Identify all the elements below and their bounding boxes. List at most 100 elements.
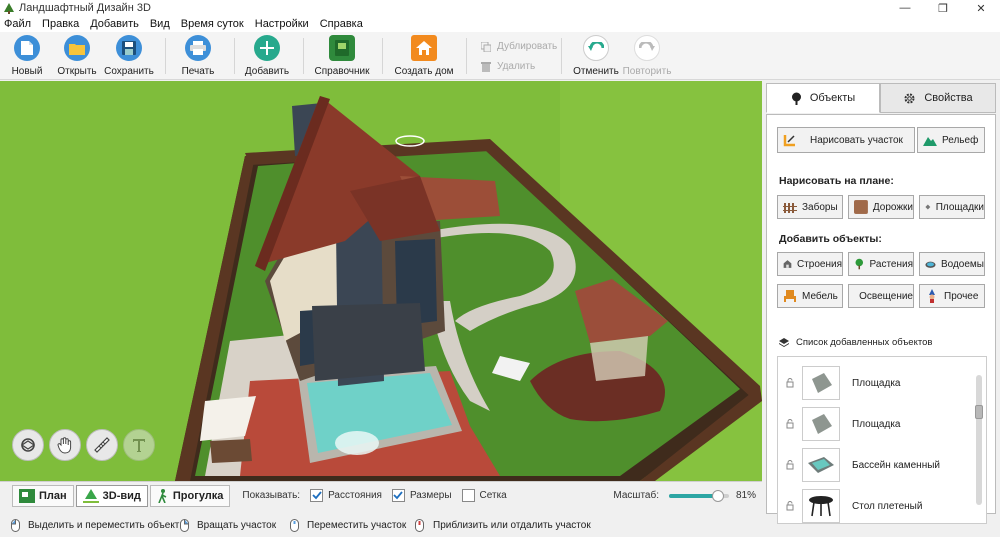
print-button[interactable]: Печать — [168, 35, 228, 77]
list-item[interactable]: Стол плетеный — [778, 486, 968, 523]
relief-button[interactable]: Рельеф — [917, 127, 985, 153]
objects-panel: Объекты Свойства Нарисовать участок Рель… — [764, 81, 1000, 524]
draw-plot-button[interactable]: Нарисовать участок — [777, 127, 915, 153]
unlock-icon[interactable] — [784, 460, 796, 470]
book-icon — [329, 35, 355, 61]
tab-properties[interactable]: Свойства — [880, 83, 996, 113]
list-item[interactable]: Бассейн каменный — [778, 445, 968, 485]
tab-plan[interactable]: План — [12, 484, 74, 507]
check-icon — [393, 491, 404, 500]
save-button[interactable]: Сохранить — [99, 35, 159, 77]
menu-view[interactable]: Вид — [150, 18, 170, 30]
hint-select-move: Выделить и переместить объект — [11, 519, 179, 532]
list-scrollbar[interactable] — [975, 375, 983, 505]
lighting-button[interactable]: Освещение — [848, 284, 914, 308]
redo-arrow-icon — [634, 35, 660, 61]
trash-icon — [481, 61, 491, 72]
platform-thumbnail — [802, 407, 840, 441]
added-objects-heading: Список добавленных объектов — [779, 337, 932, 348]
printer-icon — [185, 35, 211, 61]
hint-zoom: Приблизить или отдалить участок — [414, 519, 591, 532]
tab-3d-view[interactable]: 3D-вид — [75, 484, 148, 507]
mouse-middle-icon — [290, 519, 299, 532]
buildings-button[interactable]: Строения — [777, 252, 843, 276]
furniture-button[interactable]: Мебель — [777, 284, 843, 308]
menu-edit[interactable]: Правка — [42, 18, 79, 30]
floppy-disk-icon — [116, 35, 142, 61]
menu-add[interactable]: Добавить — [90, 18, 139, 30]
paths-button[interactable]: Дорожки — [848, 195, 914, 219]
mountain-icon — [923, 137, 937, 146]
add-button[interactable]: Добавить — [237, 35, 297, 77]
path-tile-icon — [854, 200, 868, 214]
rotate-icon — [20, 438, 36, 452]
text-tool[interactable] — [123, 429, 155, 461]
scale-slider[interactable] — [668, 489, 729, 502]
open-button[interactable]: Открыть — [47, 35, 107, 77]
minimize-button[interactable]: — — [886, 0, 924, 16]
platform-thumbnail — [802, 366, 840, 400]
other-button[interactable]: Прочее — [919, 284, 985, 308]
tab-objects[interactable]: Объекты — [766, 83, 880, 113]
unlock-icon[interactable] — [784, 378, 796, 388]
menu-bar: Файл Правка Добавить Вид Время суток Нас… — [0, 16, 1000, 32]
guide-button[interactable]: Справочник — [312, 35, 372, 77]
garden-3d-scene — [0, 81, 762, 481]
added-objects-list[interactable]: Площадка Площадка Бассейн каменный Стол … — [777, 356, 987, 524]
tab-walk[interactable]: Прогулка — [149, 484, 231, 507]
hand-icon — [57, 437, 72, 454]
show-label: Показывать: — [242, 490, 301, 501]
3d-viewport[interactable] — [0, 81, 762, 481]
layers-icon — [779, 337, 789, 347]
toolbar: Новый Открыть Сохранить Печать Добавить … — [0, 32, 1000, 80]
distances-checkbox[interactable]: Расстояния — [310, 489, 382, 502]
plants-button[interactable]: Растения — [848, 252, 914, 276]
plus-icon — [254, 35, 280, 61]
table-thumbnail — [802, 489, 840, 523]
mouse-wheel-icon — [415, 519, 424, 532]
redo-button[interactable]: Повторить — [617, 35, 677, 77]
grid-checkbox[interactable]: Сетка — [461, 489, 507, 502]
app-logo-icon — [4, 3, 14, 14]
delete-button[interactable]: Удалить — [481, 61, 535, 72]
build-house-button[interactable]: Создать дом — [394, 35, 454, 77]
ponds-button[interactable]: Водоемы — [919, 252, 985, 276]
unlock-icon[interactable] — [784, 501, 796, 511]
unlock-icon[interactable] — [784, 419, 796, 429]
objects-panel-body: Нарисовать участок Рельеф Нарисовать на … — [766, 114, 996, 524]
hint-rotate: Вращать участок — [180, 519, 276, 532]
list-item[interactable]: Площадка — [778, 363, 968, 403]
scale-label: Масштаб: — [613, 490, 659, 501]
folder-icon — [64, 35, 90, 61]
close-button[interactable]: ✕ — [962, 0, 1000, 16]
fences-button[interactable]: Заборы — [777, 195, 843, 219]
duplicate-button[interactable]: Дублировать — [481, 41, 557, 52]
scale-slider-thumb[interactable] — [711, 489, 724, 502]
platforms-button[interactable]: Площадки — [919, 195, 985, 219]
dimensions-checkbox[interactable]: Размеры — [391, 489, 452, 502]
copy-icon — [481, 41, 491, 52]
walking-person-icon — [158, 488, 167, 503]
maximize-button[interactable]: ❐ — [924, 0, 962, 16]
menu-help[interactable]: Справка — [320, 18, 363, 30]
list-item[interactable]: Площадка — [778, 404, 968, 444]
menu-file[interactable]: Файл — [4, 18, 31, 30]
rotate-view-tool[interactable] — [12, 429, 44, 461]
menu-time-of-day[interactable]: Время суток — [181, 18, 244, 30]
ruler-tool[interactable] — [86, 429, 118, 461]
house-icon — [411, 35, 437, 61]
add-objects-heading: Добавить объекты: — [779, 233, 882, 245]
plan-icon — [19, 488, 35, 503]
undo-arrow-icon — [583, 35, 609, 61]
building-icon — [783, 260, 792, 268]
plant-tree-icon — [855, 258, 864, 270]
pan-hand-tool[interactable] — [49, 429, 81, 461]
mouse-left-icon — [11, 519, 20, 532]
checkbox-box — [461, 489, 475, 502]
chair-icon — [784, 290, 796, 302]
menu-settings[interactable]: Настройки — [255, 18, 309, 30]
platform-tile-icon — [925, 204, 931, 210]
scrollbar-grip[interactable] — [975, 405, 983, 419]
fence-icon — [783, 203, 797, 213]
text-icon — [133, 439, 145, 452]
